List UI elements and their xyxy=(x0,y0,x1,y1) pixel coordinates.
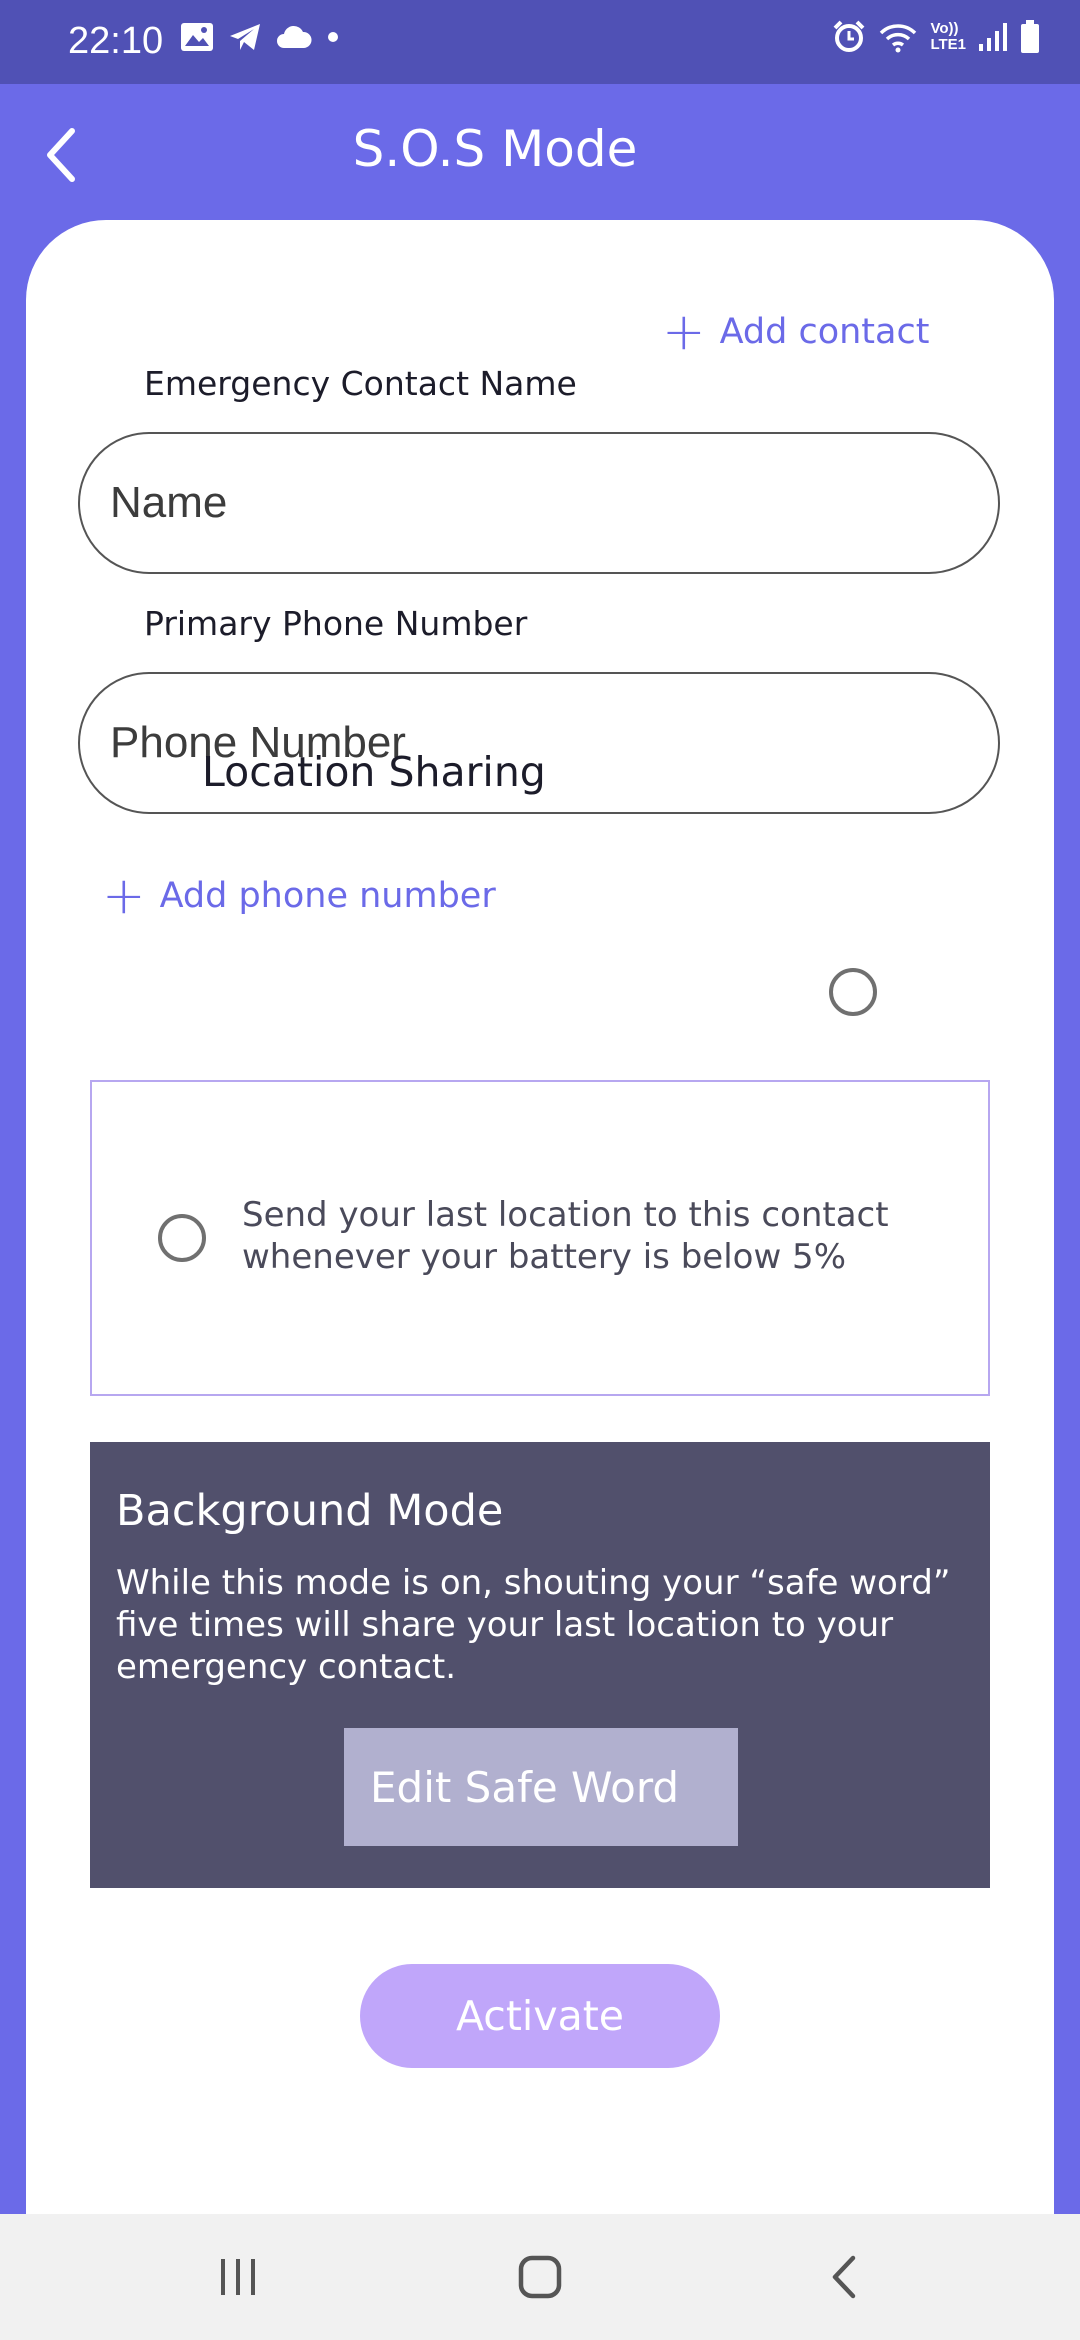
back-icon xyxy=(832,2255,856,2299)
battery-option-box: Send your last location to this contact … xyxy=(90,1080,990,1396)
plus-icon: + xyxy=(662,302,706,362)
network-label-top: Vo)) xyxy=(930,20,959,37)
volte-icon: Vo)) LTE1 xyxy=(930,21,966,53)
page-title: S.O.S Mode xyxy=(352,120,638,178)
image-icon xyxy=(181,23,213,51)
activate-button[interactable]: Activate xyxy=(360,1964,720,2068)
background-mode-panel: Background Mode While this mode is on, s… xyxy=(90,1442,990,1888)
signal-icon xyxy=(979,23,1007,51)
battery-icon xyxy=(1021,20,1039,53)
name-field-label: Emergency Contact Name xyxy=(144,364,577,403)
name-input[interactable] xyxy=(78,432,1000,574)
location-sharing-label: Location Sharing xyxy=(202,748,546,796)
system-nav-bar xyxy=(0,2214,1080,2340)
cloud-icon xyxy=(277,25,312,48)
edit-safe-word-button[interactable]: Edit Safe Word xyxy=(344,1728,738,1846)
home-button[interactable] xyxy=(500,2242,580,2312)
network-label-bottom: LTE1 xyxy=(930,36,966,53)
alarm-icon xyxy=(834,20,865,52)
status-icons-left xyxy=(180,22,340,52)
dot-icon xyxy=(328,32,338,42)
add-phone-button[interactable]: + Add phone number xyxy=(102,870,496,922)
background-mode-title: Background Mode xyxy=(116,1486,504,1536)
home-icon xyxy=(518,2255,562,2299)
battery-option-text: Send your last location to this contact … xyxy=(242,1195,889,1277)
add-phone-label: Add phone number xyxy=(159,876,496,916)
telegram-icon xyxy=(230,24,260,50)
battery-option-radio[interactable] xyxy=(158,1214,206,1262)
status-bar: 22:10 Vo)) LTE1 xyxy=(0,0,1080,84)
system-back-button[interactable] xyxy=(804,2242,884,2312)
plus-icon: + xyxy=(102,866,146,926)
wifi-icon xyxy=(880,24,917,53)
recent-apps-icon xyxy=(221,2259,255,2295)
add-contact-button[interactable]: + Add contact xyxy=(662,306,929,358)
recent-apps-button[interactable] xyxy=(198,2242,278,2312)
phone-field-label: Primary Phone Number xyxy=(144,604,528,643)
status-time: 22:10 xyxy=(68,20,164,62)
header: S.O.S Mode xyxy=(0,84,1080,224)
location-sharing-radio[interactable] xyxy=(829,968,877,1016)
status-icons-right: Vo)) LTE1 xyxy=(832,20,1040,54)
add-contact-label: Add contact xyxy=(719,312,930,352)
background-mode-description: While this mode is on, shouting your “sa… xyxy=(116,1563,951,1687)
